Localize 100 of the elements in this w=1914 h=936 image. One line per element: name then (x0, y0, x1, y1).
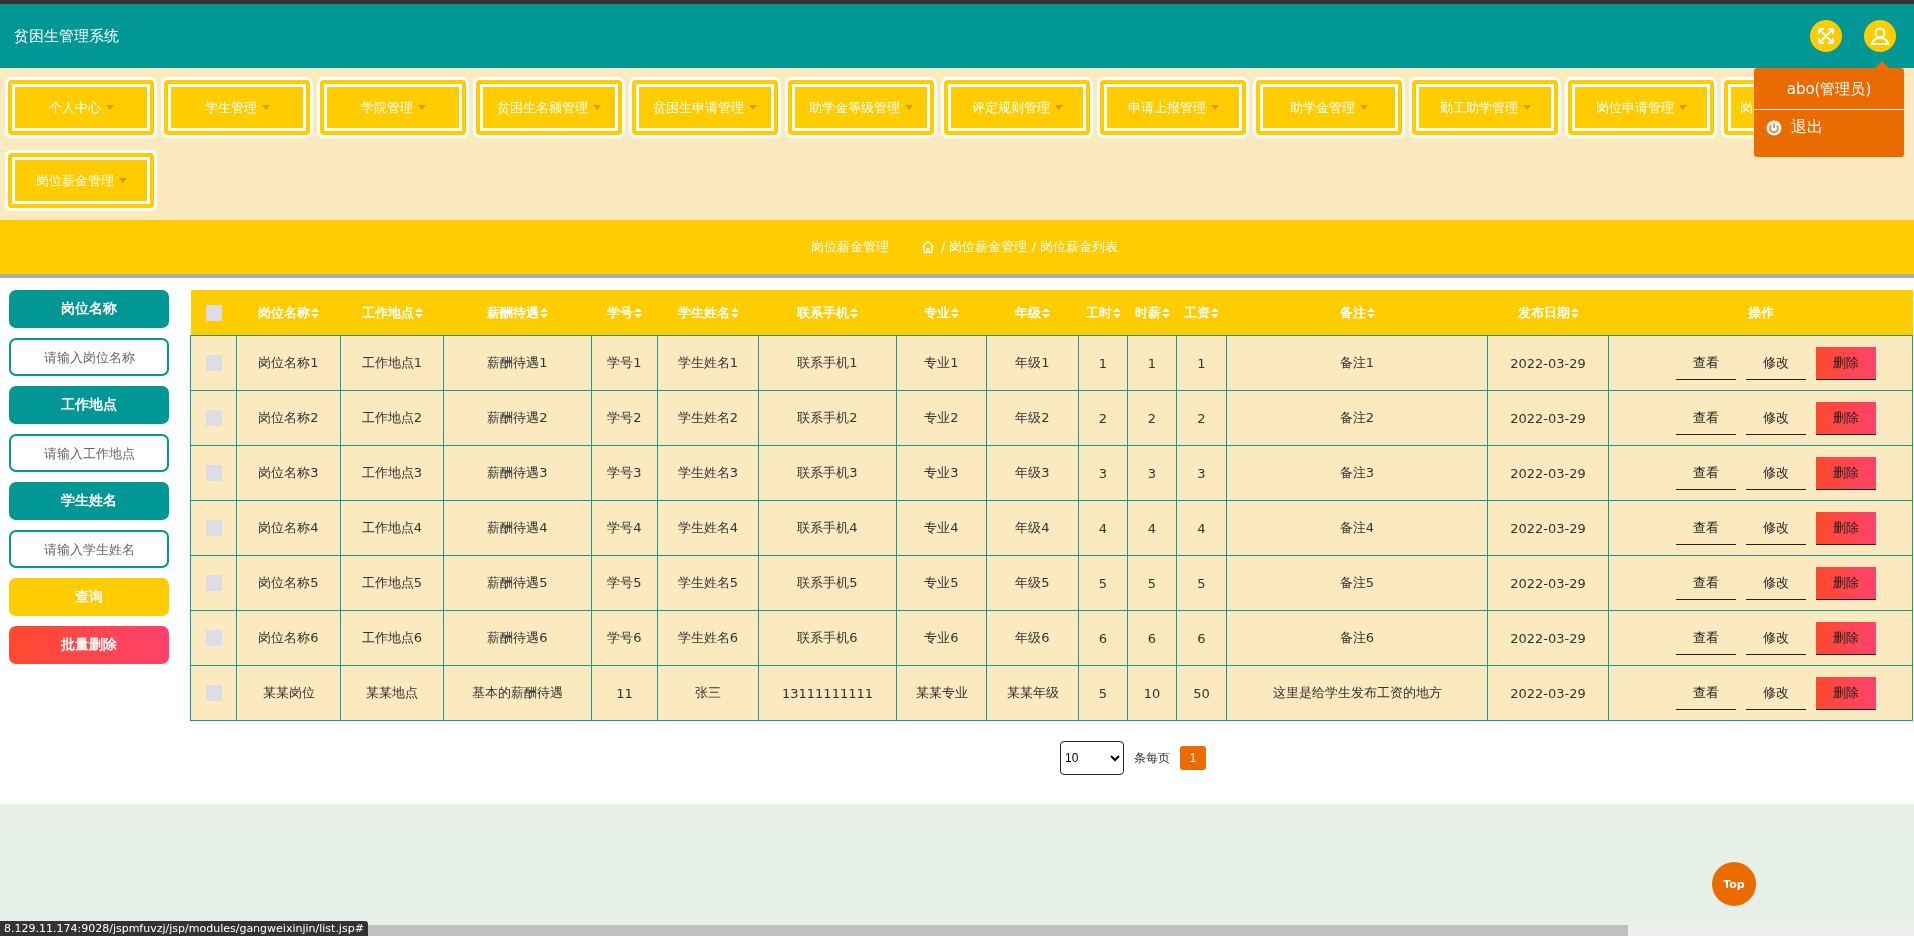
table-cell: 年级5 (1015, 575, 1050, 590)
row-checkbox[interactable] (205, 410, 222, 427)
view-button[interactable]: 查看 (1675, 511, 1736, 545)
edit-button[interactable]: 修改 (1745, 676, 1806, 710)
table-cell: 50 (1193, 685, 1210, 701)
table-cell: 学生姓名6 (677, 630, 739, 645)
table-cell: 备注2 (1339, 410, 1375, 425)
table-cell: 2022-03-29 (1510, 630, 1586, 646)
table-cell: 备注1 (1339, 355, 1375, 370)
table-cell: 岗位名称4 (258, 520, 319, 535)
table-cell: 岗位名称2 (258, 410, 319, 425)
table-cell: 学生姓名4 (677, 520, 739, 535)
table-cell: 备注5 (1339, 575, 1375, 590)
table-cell: 4 (1147, 520, 1157, 536)
table-cell: 5 (1098, 575, 1108, 591)
table-cell: 5 (1197, 575, 1206, 591)
delete-button[interactable]: 删除 (1815, 456, 1876, 490)
filter-input[interactable]: 请输入学生姓名 (9, 530, 169, 568)
edit-button[interactable]: 修改 (1745, 621, 1806, 655)
table-cell: 工作地点6 (361, 630, 423, 645)
table-cell: 年级2 (1015, 410, 1050, 425)
home-icon[interactable] (920, 240, 935, 254)
table-cell: 联系手机1 (797, 355, 858, 370)
caret-icon (1522, 105, 1531, 110)
user-icon[interactable] (1864, 20, 1896, 52)
filter-input[interactable]: 请输入工作地点 (9, 434, 169, 472)
sort-icon (1570, 307, 1579, 318)
sort-icon (1211, 307, 1219, 318)
column-header: 操作 (1747, 303, 1774, 322)
table-cell: 学号5 (607, 575, 642, 590)
caret-icon (105, 105, 114, 110)
sort-icon (730, 307, 739, 318)
table-cell: 学号1 (607, 355, 642, 370)
table-cell: 学生姓名3 (677, 465, 739, 480)
table-cell: 工作地点4 (361, 520, 423, 535)
sort-icon (634, 307, 642, 318)
table-cell: 备注3 (1339, 465, 1375, 480)
table-cell: 某某专业 (915, 685, 968, 700)
edit-button[interactable]: 修改 (1745, 511, 1806, 545)
table-cell: 1 (1197, 355, 1206, 371)
scrollbar[interactable] (367, 925, 1914, 936)
power-icon (1766, 119, 1782, 136)
caret-icon (1678, 105, 1687, 110)
row-checkbox[interactable] (205, 685, 222, 702)
view-button[interactable]: 查看 (1675, 676, 1736, 710)
edit-button[interactable]: 修改 (1745, 566, 1806, 600)
table-cell: 2022-03-29 (1510, 465, 1586, 481)
table-cell: 联系手机2 (797, 410, 858, 425)
view-button[interactable]: 查看 (1675, 621, 1736, 655)
delete-button[interactable]: 删除 (1815, 566, 1876, 600)
filter-input[interactable]: 请输入岗位名称 (9, 338, 169, 376)
table-cell: 5 (1147, 575, 1157, 591)
table-cell: 2022-03-29 (1510, 410, 1586, 426)
delete-button[interactable]: 删除 (1815, 676, 1876, 710)
delete-button[interactable]: 删除 (1815, 621, 1876, 655)
table-cell: 11 (616, 685, 633, 701)
table-cell: 学生姓名1 (677, 355, 739, 370)
table-cell: 工作地点2 (361, 410, 423, 425)
table-cell: 薪酬待遇3 (487, 465, 548, 480)
table-cell: 工作地点5 (361, 575, 423, 590)
table-cell: 学号6 (607, 630, 642, 645)
caret-icon (1360, 105, 1368, 110)
table-cell: 联系手机6 (797, 630, 858, 645)
page-button[interactable]: 1 (1180, 746, 1206, 770)
table-cell: 联系手机4 (797, 520, 858, 535)
table-cell: 学生姓名2 (677, 410, 739, 425)
table-cell: 年级4 (1015, 520, 1050, 535)
edit-button[interactable]: 修改 (1745, 456, 1806, 490)
logout-item[interactable]: 退出 (1766, 117, 1823, 138)
table-cell: 专业6 (924, 630, 959, 645)
view-button[interactable]: 查看 (1675, 456, 1736, 490)
filter-label: 学生姓名 (9, 482, 169, 520)
page-size-select[interactable]: 10 (1060, 741, 1124, 775)
table-cell: 2 (1147, 410, 1157, 426)
table-cell: 工作地点1 (361, 355, 423, 370)
app-title: 贫困生管理系统 (14, 26, 119, 46)
view-button[interactable]: 查看 (1675, 566, 1736, 600)
delete-button[interactable]: 删除 (1815, 346, 1876, 380)
fullscreen-icon[interactable] (1810, 20, 1842, 52)
delete-button[interactable]: 删除 (1815, 401, 1876, 435)
batch-delete-button[interactable]: 批量删除 (9, 626, 169, 664)
row-checkbox[interactable] (205, 465, 222, 482)
edit-button[interactable]: 修改 (1745, 401, 1806, 435)
table-cell: 学号4 (607, 520, 642, 535)
view-button[interactable]: 查看 (1675, 401, 1736, 435)
table-cell: 张三 (695, 685, 721, 700)
table-cell: 3 (1147, 465, 1157, 481)
table-cell: 某某年级 (1006, 685, 1059, 700)
sort-icon (311, 307, 319, 318)
row-checkbox[interactable] (205, 355, 222, 372)
table-cell: 学生姓名5 (677, 575, 739, 590)
view-button[interactable]: 查看 (1675, 346, 1736, 380)
select-all-checkbox[interactable] (205, 304, 222, 321)
caret-icon (417, 105, 426, 110)
row-checkbox[interactable] (205, 630, 222, 647)
delete-button[interactable]: 删除 (1815, 511, 1876, 545)
row-checkbox[interactable] (205, 520, 222, 537)
edit-button[interactable]: 修改 (1745, 346, 1806, 380)
table-cell: 薪酬待遇6 (487, 630, 548, 645)
row-checkbox[interactable] (205, 575, 222, 592)
